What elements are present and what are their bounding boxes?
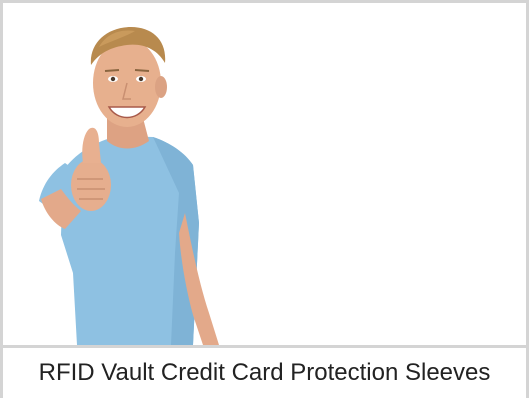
product-image[interactable] xyxy=(3,3,526,345)
smiling-man-thumbs-up-photo xyxy=(39,27,219,345)
product-caption[interactable]: RFID Vault Credit Card Protection Sleeve… xyxy=(3,345,526,398)
product-card[interactable]: RFID Vault Credit Card Protection Sleeve… xyxy=(0,0,529,398)
fist xyxy=(71,159,111,211)
thumb xyxy=(82,127,101,163)
